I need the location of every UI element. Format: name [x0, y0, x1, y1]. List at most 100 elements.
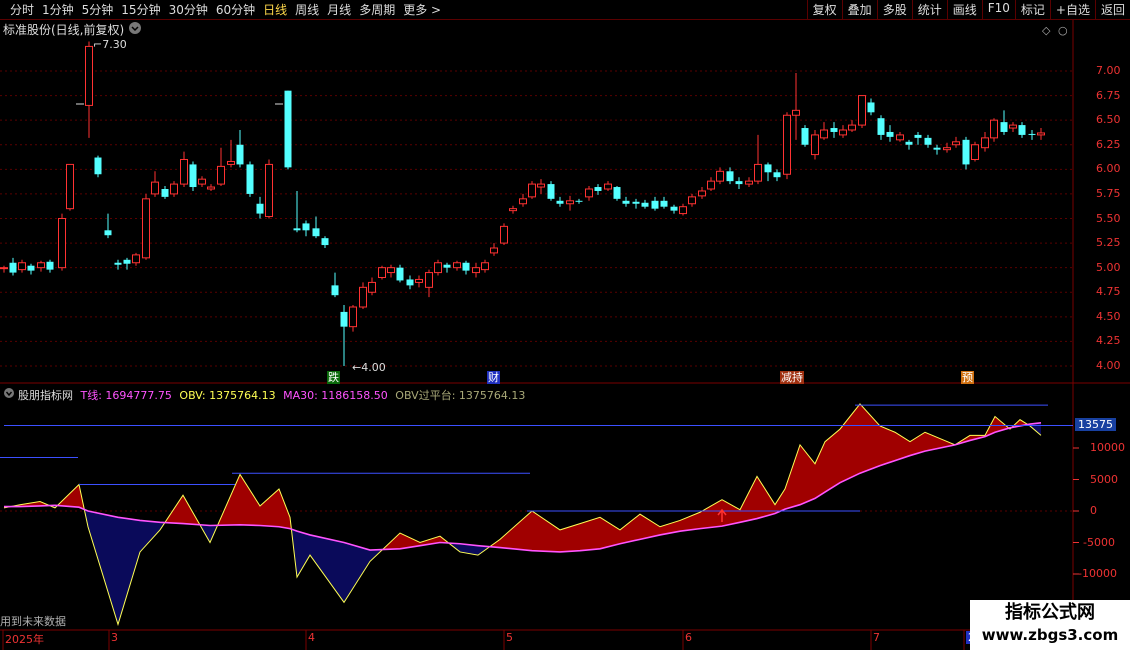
candle: [472, 262, 480, 278]
candle: [293, 190, 301, 233]
candle: [528, 181, 536, 199]
indicator-dropdown-icon[interactable]: [4, 388, 14, 398]
candle: [820, 122, 828, 140]
candle: [349, 305, 357, 332]
candle: [94, 155, 102, 178]
candle: [952, 136, 960, 148]
high-marker: ⌐7.30: [93, 38, 127, 51]
candle: [387, 264, 395, 278]
candle: [519, 193, 527, 207]
badge-forecast[interactable]: 预: [961, 371, 974, 384]
candle: [811, 130, 819, 160]
candle: [359, 282, 367, 309]
candle: [490, 243, 498, 256]
ma30-value: MA30: 1186158.50: [283, 389, 388, 402]
candlesticks: [0, 41, 1045, 366]
ind-tick-2: 5000: [1090, 472, 1118, 486]
candle: [1009, 122, 1017, 132]
candle: [566, 195, 574, 211]
candle: [943, 142, 951, 153]
candle: [924, 134, 932, 148]
candle: [189, 161, 197, 191]
candle: [18, 259, 26, 273]
candle: [773, 169, 781, 182]
candle: [46, 259, 54, 273]
candle: [170, 181, 178, 197]
candle: [453, 260, 461, 271]
candle: [66, 163, 74, 211]
candle: [37, 260, 45, 272]
candle: [246, 161, 254, 197]
obv-indicator: [0, 403, 1073, 627]
ind-tick-5: -10000: [1078, 567, 1117, 580]
price-tick-1: 6.75: [1096, 88, 1121, 102]
candle: [9, 257, 17, 276]
candle: [801, 125, 809, 147]
price-grid: [0, 70, 1073, 367]
candle: [396, 264, 404, 283]
badge-drop[interactable]: 跌: [327, 371, 340, 384]
candle: [406, 275, 414, 290]
ind-tick-3: 0: [1090, 504, 1097, 517]
candle: [783, 112, 791, 180]
candle: [104, 213, 112, 239]
price-tick-3: 6.25: [1096, 137, 1121, 151]
candle: [698, 187, 706, 199]
candle: [58, 213, 66, 271]
circle-icon[interactable]: ○: [1058, 24, 1068, 37]
candle: [415, 275, 423, 288]
stock-chart[interactable]: ◇ ○: [0, 0, 1130, 650]
candle: [180, 151, 188, 188]
diamond-icon[interactable]: ◇: [1042, 24, 1051, 37]
date-label-2: 4: [308, 631, 315, 644]
candle: [688, 193, 696, 207]
candle: [764, 162, 772, 182]
candle: [132, 252, 140, 266]
candle: [161, 186, 169, 199]
candle: [830, 122, 838, 138]
candle: [896, 131, 904, 142]
indicator-name: 股朋指标网: [18, 389, 73, 402]
candle: [556, 196, 564, 207]
badge-finance[interactable]: 财: [487, 371, 500, 384]
date-label-1: 3: [111, 631, 118, 644]
candle: [265, 159, 273, 219]
candle: [142, 193, 150, 260]
candle: [509, 205, 517, 214]
candle: [1037, 128, 1045, 140]
date-label-4: 6: [685, 631, 692, 644]
candle: [256, 196, 264, 219]
candle: [745, 177, 753, 188]
candle: [321, 236, 329, 248]
candle: [284, 90, 292, 170]
candle: [236, 130, 244, 168]
date-label-0: 2025年: [5, 633, 44, 646]
date-label-5: 7: [873, 631, 880, 644]
candle: [434, 259, 442, 276]
candle: [85, 41, 93, 138]
ind-tick-4: -5000: [1083, 535, 1115, 549]
candle: [425, 269, 433, 298]
candle: [679, 203, 687, 216]
candle: [217, 147, 225, 187]
candle: [151, 171, 159, 197]
candle: [848, 120, 856, 132]
price-tick-4: 6.00: [1096, 162, 1121, 176]
price-tick-11: 4.25: [1096, 334, 1121, 348]
candle: [867, 98, 875, 116]
price-tick-10: 4.50: [1096, 309, 1121, 323]
chart-title: 标准股份(日线,前复权): [3, 23, 125, 37]
candle: [735, 177, 743, 189]
candle: [537, 179, 545, 194]
ind-tick-1: 10000: [1090, 441, 1125, 454]
low-marker: ←4.00: [352, 361, 386, 374]
candle: [547, 181, 555, 201]
candle: [613, 186, 621, 201]
candle: [500, 223, 508, 246]
candle: [981, 131, 989, 152]
badge-reduce[interactable]: 减持: [780, 371, 804, 384]
candle: [754, 134, 762, 185]
candle: [0, 265, 8, 273]
candle: [604, 181, 612, 191]
future-data-note: 用到未来数据: [0, 615, 66, 628]
